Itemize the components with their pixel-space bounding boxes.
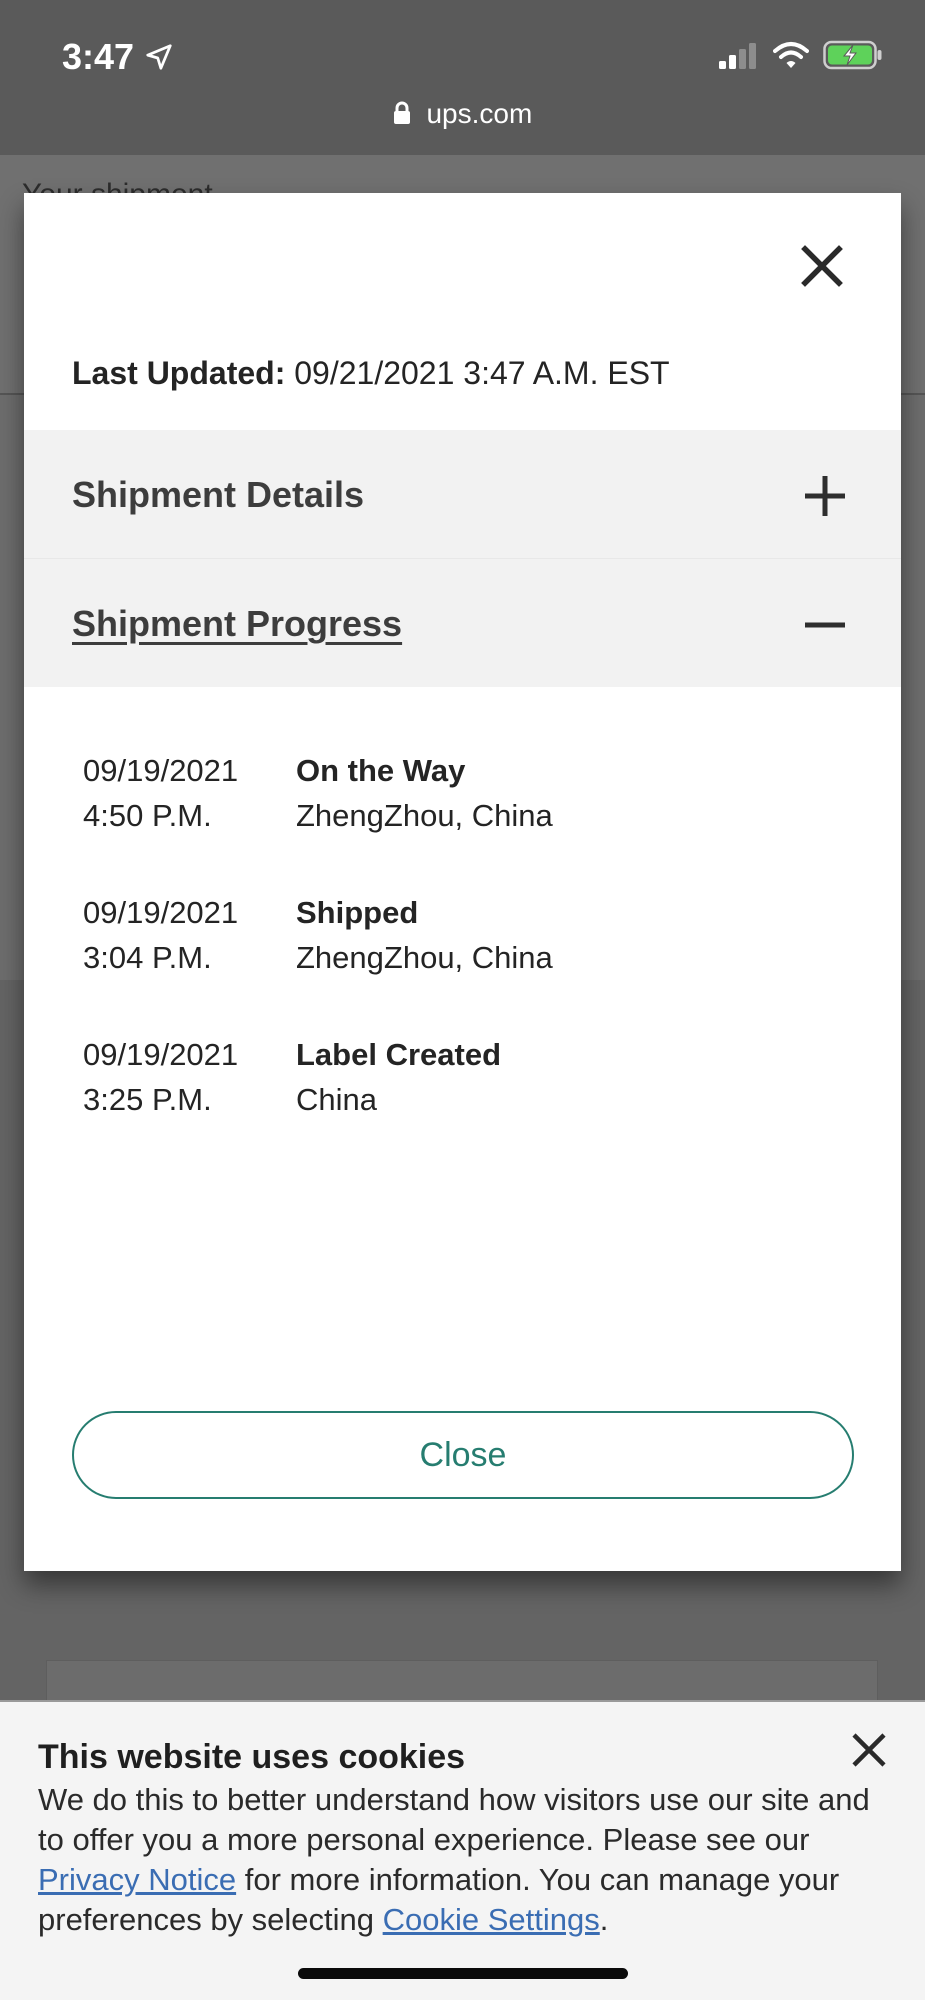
- address-bar[interactable]: ups.com: [0, 98, 925, 130]
- accordion-shipment-progress[interactable]: Shipment Progress: [24, 559, 901, 687]
- clock: 3:47: [62, 36, 174, 78]
- accordion-title: Shipment Progress: [72, 603, 403, 644]
- minus-icon: [805, 622, 845, 628]
- event-status: Shipped: [296, 895, 419, 930]
- plus-icon: [805, 476, 845, 516]
- last-updated: Last Updated: 09/21/2021 3:47 A.M. EST: [72, 355, 670, 392]
- event-status: On the Way: [296, 753, 466, 788]
- privacy-notice-link[interactable]: Privacy Notice: [38, 1862, 236, 1897]
- system-icons: [719, 40, 883, 70]
- last-updated-label: Last Updated:: [72, 355, 286, 391]
- shipment-modal: Last Updated: 09/21/2021 3:47 A.M. EST S…: [24, 193, 901, 1571]
- close-icon[interactable]: [851, 1732, 887, 1768]
- event-location: ZhengZhou, China: [296, 940, 553, 975]
- battery-charging-icon: [823, 40, 882, 70]
- event-date: 09/19/2021: [83, 753, 239, 788]
- event-time: 4:50 P.M.: [83, 798, 212, 833]
- last-updated-value: 09/21/2021 3:47 A.M. EST: [294, 355, 670, 391]
- event-location: ZhengZhou, China: [296, 798, 553, 833]
- timeline-event: 09/19/2021 3:25 P.M. Label Created China: [24, 1037, 901, 1137]
- event-location: China: [296, 1082, 377, 1117]
- event-time: 3:04 P.M.: [83, 940, 212, 975]
- cookie-message: We do this to better understand how visi…: [38, 1780, 898, 1940]
- cookie-text-part: We do this to better understand how visi…: [38, 1782, 870, 1857]
- cookie-text-part: .: [599, 1902, 609, 1937]
- location-arrow-icon: [146, 44, 172, 70]
- lock-icon: [393, 101, 410, 124]
- close-button[interactable]: Close: [72, 1411, 854, 1499]
- clock-time: 3:47: [62, 36, 135, 77]
- cookie-title: This website uses cookies: [38, 1738, 466, 1776]
- status-bar: 3:47 ups.com: [0, 0, 925, 155]
- cookie-settings-link[interactable]: Cookie Settings: [383, 1902, 600, 1937]
- home-indicator: [298, 1968, 628, 1979]
- wifi-icon: [773, 42, 809, 68]
- event-time: 3:25 P.M.: [83, 1082, 212, 1117]
- event-status: Label Created: [296, 1037, 502, 1072]
- accordion-shipment-details[interactable]: Shipment Details: [24, 430, 901, 558]
- timeline-event: 09/19/2021 3:04 P.M. Shipped ZhengZhou, …: [24, 895, 901, 995]
- cookie-banner: This website uses cookies We do this to …: [0, 1700, 925, 2000]
- timeline-event: 09/19/2021 4:50 P.M. On the Way ZhengZho…: [24, 753, 901, 853]
- event-date: 09/19/2021: [83, 895, 239, 930]
- close-icon[interactable]: [801, 245, 843, 287]
- cellular-signal-icon: [719, 43, 756, 69]
- url-text: ups.com: [426, 98, 533, 129]
- accordion-title: Shipment Details: [72, 474, 365, 515]
- event-date: 09/19/2021: [83, 1037, 239, 1072]
